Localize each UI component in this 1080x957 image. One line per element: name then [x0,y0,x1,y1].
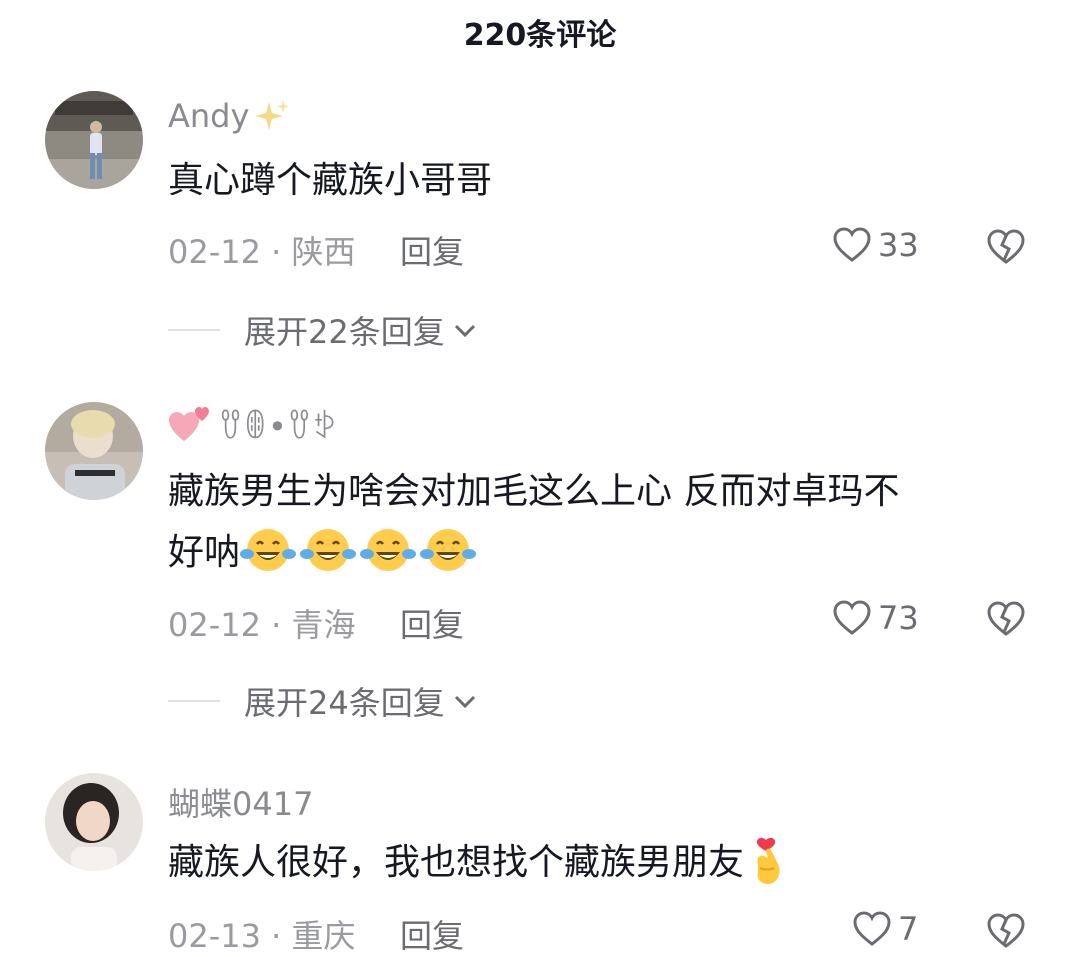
like-count: 73 [878,599,919,637]
finger-heart-emoji [756,837,780,884]
comment-text: 藏族男生为啥会对加毛这么上心 反而对卓玛不 好呐 [168,471,900,573]
sparkle-icon [255,100,290,130]
avatar[interactable] [45,773,143,871]
comment-date: 02-13 [168,917,261,955]
username[interactable]: 蝴蝶0417 [168,779,313,825]
chevron-down-icon [454,695,475,709]
divider-line [168,700,220,702]
like-count: 33 [878,226,919,264]
comment-count-title: 220条评论 [463,18,617,53]
comment-meta: 02-12 · 青海 [168,606,356,644]
broken-heart-icon[interactable] [986,227,1026,267]
like-button[interactable]: 33 [832,225,919,265]
heart-outline-icon [833,600,871,635]
comments-header: 220条评论 [0,0,1080,64]
laughing-crying-emoji [420,529,477,571]
heart-outline-icon [833,227,871,262]
reply-button[interactable]: 回复 [400,227,464,273]
like-count: 7 [898,910,919,948]
comment-text: 真心蹲个藏族小哥哥 [168,160,493,201]
laughing-crying-emoji-group [240,529,480,573]
reply-button[interactable]: 回复 [400,600,464,646]
username[interactable]: ꀎꂦ•ꀎꉣ [168,404,337,446]
laughing-crying-emoji [300,529,357,571]
laughing-crying-emoji [240,529,297,571]
like-button[interactable]: 73 [832,598,919,638]
comment-meta: 02-13 · 重庆 [168,917,356,955]
avatar[interactable] [45,402,143,500]
comment-meta: 02-12 · 陕西 [168,233,356,271]
broken-heart-icon[interactable] [986,911,1026,951]
username[interactable]: Andy [168,97,291,135]
divider-line [168,329,220,331]
laughing-crying-emoji [360,529,417,571]
comment-location: 重庆 [291,917,356,955]
comment-location: 陕西 [291,233,356,271]
hearts-icon [169,407,209,441]
chevron-down-icon [454,324,475,338]
expand-replies-button[interactable]: 展开24条回复 [168,678,479,724]
comment-location: 青海 [291,606,356,644]
expand-replies-button[interactable]: 展开22条回复 [168,307,479,353]
comment-date: 02-12 [168,606,261,644]
heart-outline-icon [853,911,891,946]
avatar[interactable] [45,91,143,189]
broken-heart-icon[interactable] [986,599,1026,639]
reply-button[interactable]: 回复 [400,911,464,957]
comment-date: 02-12 [168,233,261,271]
comment-text: 藏族人很好，我也想找个藏族男朋友 [168,832,1028,893]
like-button[interactable]: 7 [852,909,918,949]
